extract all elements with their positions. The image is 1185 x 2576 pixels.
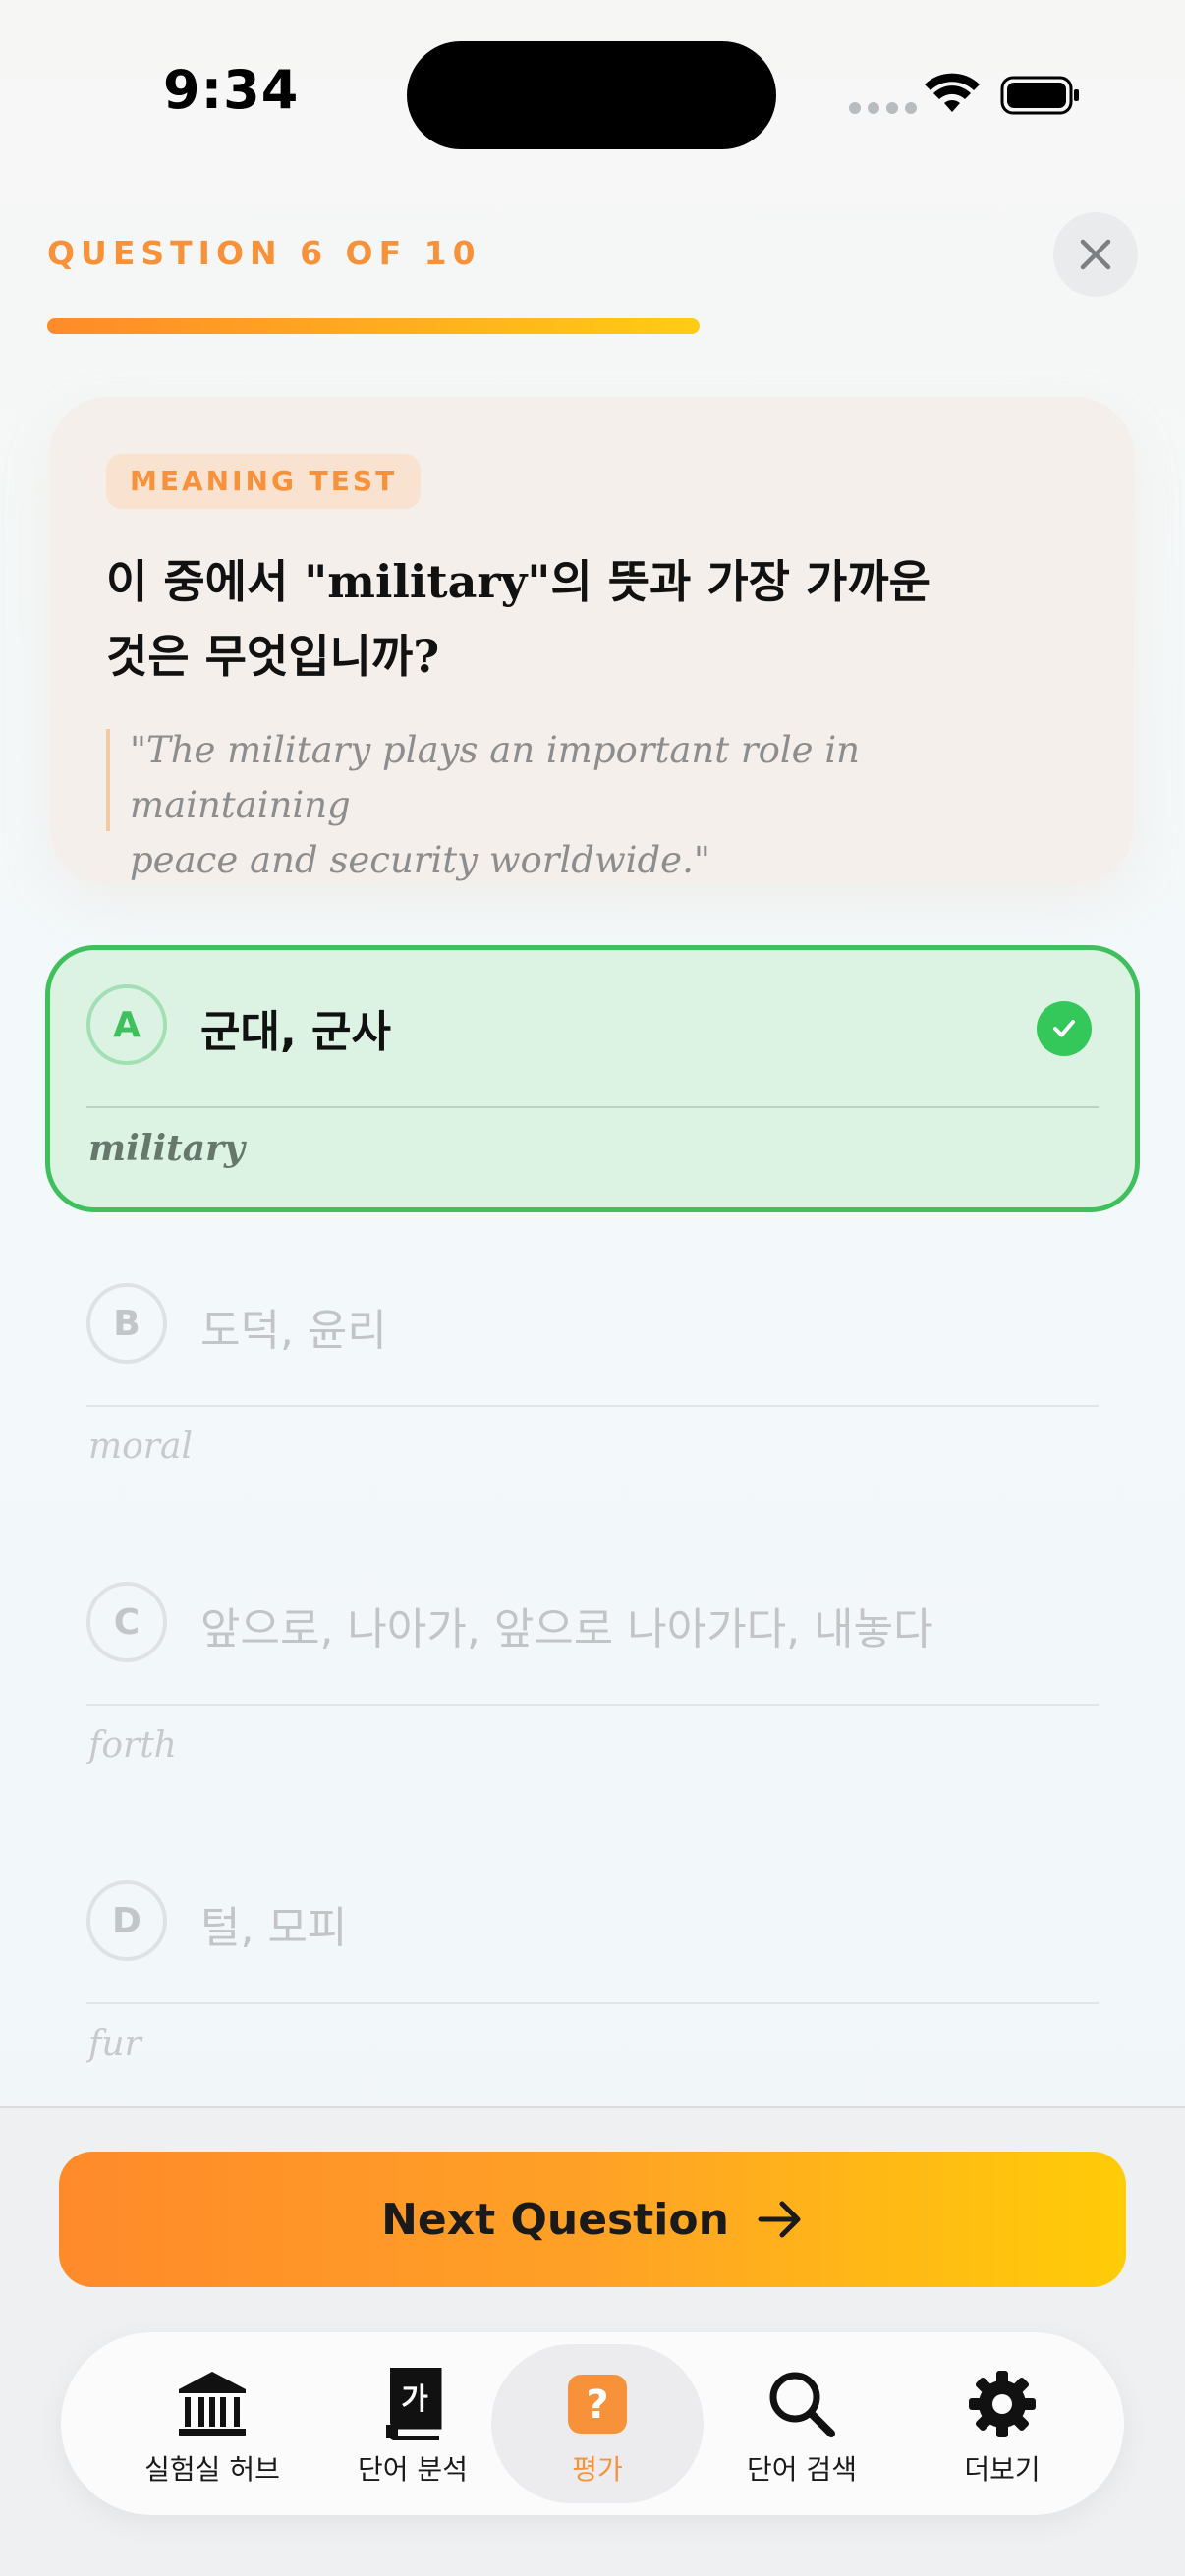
option-word: military bbox=[88, 1128, 245, 1169]
option-word: forth bbox=[88, 1725, 177, 1765]
option-divider bbox=[86, 1704, 1099, 1706]
cellular-signal-icon bbox=[849, 102, 917, 114]
tab-evaluation[interactable]: ? 평가 bbox=[491, 2344, 704, 2503]
next-question-button[interactable]: Next Question bbox=[59, 2152, 1126, 2287]
checkmark-icon bbox=[1037, 1001, 1092, 1056]
example-line: "The military plays an important role in… bbox=[130, 729, 860, 826]
option-word: fur bbox=[88, 2024, 141, 2064]
question-prompt-line: 이 중에서 "military"의 뜻과 가장 가까운 bbox=[106, 555, 931, 608]
answer-option-b[interactable]: B 도덕, 윤리 moral bbox=[45, 1244, 1140, 1511]
example-sentence: "The military plays an important role in… bbox=[130, 723, 1073, 888]
status-time: 9:34 bbox=[163, 59, 300, 121]
tab-label: 단어 분석 bbox=[358, 2453, 468, 2486]
tab-word-search[interactable]: 단어 검색 bbox=[696, 2344, 908, 2503]
tab-bar: 실험실 허브 가 단어 분석 ? 평가 단어 검색 더보기 bbox=[61, 2332, 1124, 2515]
close-icon bbox=[1080, 239, 1111, 270]
arrow-right-icon bbox=[758, 2201, 801, 2238]
option-divider bbox=[86, 1106, 1099, 1108]
tab-label: 단어 검색 bbox=[747, 2453, 857, 2486]
question-prompt-line: 것은 무엇입니까? bbox=[106, 630, 440, 683]
dynamic-island bbox=[407, 41, 776, 149]
svg-text:가: 가 bbox=[401, 2382, 428, 2417]
search-icon bbox=[765, 2368, 838, 2440]
tab-label: 평가 bbox=[572, 2453, 623, 2486]
wifi-icon bbox=[925, 73, 980, 112]
question-prompt: 이 중에서 "military"의 뜻과 가장 가까운 것은 무엇입니까? bbox=[106, 544, 1049, 694]
option-letter: A bbox=[86, 984, 167, 1065]
tab-label: 실험실 허브 bbox=[144, 2453, 280, 2486]
option-meaning: 털, 모피 bbox=[200, 1903, 348, 1953]
tab-label: 더보기 bbox=[964, 2453, 1041, 2486]
close-button[interactable] bbox=[1053, 212, 1138, 297]
gear-icon bbox=[966, 2368, 1039, 2440]
answer-option-a[interactable]: A 군대, 군사 military bbox=[45, 945, 1140, 1212]
svg-text:?: ? bbox=[586, 2382, 608, 2428]
option-letter: B bbox=[86, 1283, 167, 1364]
question-counter: QUESTION 6 OF 10 bbox=[47, 234, 481, 272]
option-meaning: 군대, 군사 bbox=[200, 1007, 391, 1057]
progress-fill bbox=[47, 318, 700, 334]
progress-bar bbox=[47, 318, 1138, 334]
test-type-badge: MEANING TEST bbox=[106, 454, 422, 509]
question-card: MEANING TEST 이 중에서 "military"의 뜻과 가장 가까운… bbox=[49, 397, 1134, 884]
option-letter: C bbox=[86, 1582, 167, 1662]
answer-option-d[interactable]: D 털, 모피 fur bbox=[45, 1841, 1140, 2108]
option-word: moral bbox=[88, 1427, 193, 1467]
option-meaning: 도덕, 윤리 bbox=[200, 1306, 387, 1356]
option-meaning: 앞으로, 나아가, 앞으로 나아가다, 내놓다 bbox=[200, 1604, 933, 1654]
quote-bar bbox=[106, 729, 110, 831]
dictionary-icon: 가 bbox=[376, 2368, 449, 2440]
option-letter: D bbox=[86, 1880, 167, 1961]
question-icon: ? bbox=[561, 2368, 634, 2440]
battery-icon bbox=[1000, 76, 1079, 115]
tab-word-analysis[interactable]: 가 단어 분석 bbox=[307, 2344, 519, 2503]
bank-icon bbox=[176, 2368, 249, 2440]
next-question-label: Next Question bbox=[381, 2194, 729, 2245]
status-bar: 9:34 bbox=[0, 0, 1185, 196]
example-line: peace and security worldwide." bbox=[130, 839, 710, 881]
option-divider bbox=[86, 1405, 1099, 1407]
tab-lab-hub[interactable]: 실험실 허브 bbox=[106, 2344, 318, 2503]
tab-more[interactable]: 더보기 bbox=[896, 2344, 1108, 2503]
answer-option-c[interactable]: C 앞으로, 나아가, 앞으로 나아가다, 내놓다 forth bbox=[45, 1542, 1140, 1810]
option-divider bbox=[86, 2002, 1099, 2004]
